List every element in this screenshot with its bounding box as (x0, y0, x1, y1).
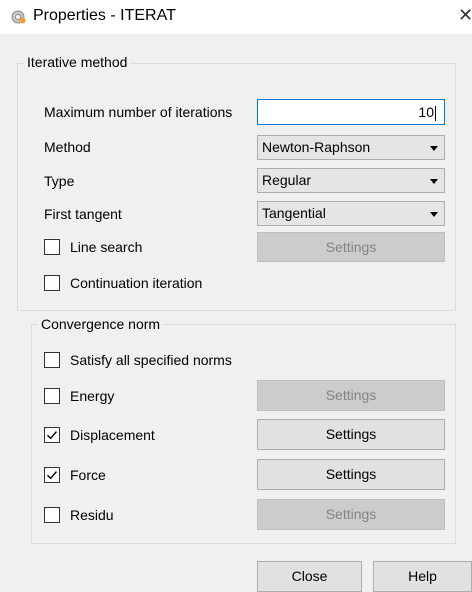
residu-settings-button[interactable]: Settings (257, 499, 445, 530)
residu-checkbox[interactable] (44, 507, 60, 523)
line-search-checkbox[interactable] (44, 239, 60, 255)
convergence-norm-label: Convergence norm (38, 316, 164, 332)
residu-label[interactable]: Residu (70, 507, 114, 523)
line-search-settings-button[interactable]: Settings (257, 232, 445, 262)
close-icon[interactable]: ✕ (458, 5, 472, 26)
title-bar: Properties - ITERAT ✕ (0, 0, 472, 34)
method-select[interactable]: Newton-Raphson (257, 135, 445, 160)
satisfy-all-checkbox[interactable] (44, 352, 60, 368)
text-caret (435, 105, 436, 121)
method-label: Method (44, 139, 91, 155)
close-button[interactable]: Close (257, 561, 362, 592)
energy-checkbox[interactable] (44, 388, 60, 404)
max-iterations-label: Maximum number of iterations (44, 104, 233, 120)
first-tangent-select[interactable]: Tangential (257, 201, 445, 226)
energy-settings-button[interactable]: Settings (257, 380, 445, 411)
displacement-label[interactable]: Displacement (70, 427, 155, 443)
continuation-iteration-checkbox[interactable] (44, 275, 60, 291)
force-checkbox[interactable] (44, 467, 60, 483)
help-button[interactable]: Help (373, 561, 472, 592)
chevron-down-icon (430, 146, 438, 151)
type-select[interactable]: Regular (257, 168, 445, 193)
force-settings-button[interactable]: Settings (257, 459, 445, 490)
window-title: Properties - ITERAT (33, 7, 176, 24)
iterative-method-label: Iterative method (24, 54, 131, 70)
first-tangent-label: First tangent (44, 206, 122, 222)
max-iterations-input[interactable]: 10 (257, 99, 445, 125)
type-label: Type (44, 173, 75, 189)
gear-icon (10, 9, 26, 25)
satisfy-all-label[interactable]: Satisfy all specified norms (70, 352, 232, 368)
displacement-checkbox[interactable] (44, 427, 60, 443)
continuation-iteration-label[interactable]: Continuation iteration (70, 275, 202, 291)
line-search-label[interactable]: Line search (70, 239, 142, 255)
checkmark-icon (47, 431, 58, 440)
displacement-settings-button[interactable]: Settings (257, 419, 445, 450)
checkmark-icon (47, 471, 58, 480)
chevron-down-icon (430, 179, 438, 184)
energy-label[interactable]: Energy (70, 388, 114, 404)
chevron-down-icon (430, 212, 438, 217)
force-label[interactable]: Force (70, 467, 106, 483)
